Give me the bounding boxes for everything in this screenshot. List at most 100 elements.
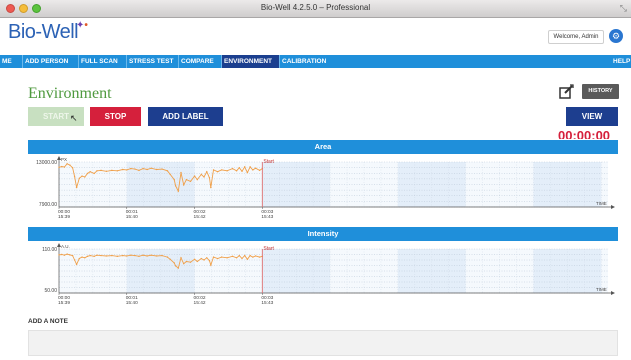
chart-data-point — [252, 256, 254, 258]
nav-item-help[interactable]: HELP — [611, 55, 631, 68]
chart-data-point — [58, 166, 60, 168]
chart-data-point — [105, 255, 108, 257]
chart-x-unit-label: TIME — [596, 287, 607, 292]
edit-note-icon[interactable] — [559, 84, 574, 99]
chart-y-tick-label: 7900.00 — [39, 202, 57, 208]
history-button[interactable]: HISTORY — [582, 84, 619, 99]
chart-data-point — [63, 166, 66, 168]
view-button[interactable]: VIEW — [566, 107, 618, 126]
nav-item-environment[interactable]: ENVIRONMENT — [222, 55, 280, 68]
chart-y-tick-label: 50.00 — [44, 288, 57, 294]
chart-data-point — [126, 169, 128, 171]
note-textarea[interactable] — [28, 330, 618, 356]
chart-data-point — [66, 253, 68, 255]
chart-data-point — [130, 254, 132, 256]
chart-data-point — [71, 167, 74, 169]
chart-data-point — [244, 254, 246, 257]
chart-data-point — [185, 260, 188, 263]
chart-data-point — [238, 167, 240, 169]
chart-data-point — [258, 256, 261, 258]
chart-data-point — [246, 258, 249, 260]
logo-sparkle-icon: ✦• — [76, 20, 88, 31]
chart-data-point — [208, 177, 211, 179]
stop-button[interactable]: STOP — [90, 107, 141, 126]
chart-data-point — [220, 169, 223, 171]
chart-data-point — [150, 254, 152, 256]
session-timer: 00:00:00 — [558, 129, 611, 139]
mouse-cursor-icon: ↖ — [70, 113, 78, 123]
chart-data-point — [206, 171, 208, 173]
chart-data-point — [169, 258, 171, 260]
gear-icon[interactable]: ⚙ — [609, 29, 623, 43]
chart-data-point — [196, 178, 198, 181]
app-header: Bio-Well ✦• Welcome, Admin ⚙ — [0, 18, 631, 55]
chart-data-point — [93, 172, 95, 175]
chart-x-tick-label: 15:42 — [194, 214, 206, 220]
chart-data-point — [169, 173, 171, 176]
chart-data-point — [220, 256, 223, 258]
app-logo: Bio-Well — [8, 21, 79, 43]
chart-data-point — [105, 170, 108, 172]
chart-data-point — [122, 168, 124, 171]
chart-data-point — [193, 175, 196, 177]
chart-data-point — [226, 170, 228, 172]
chart-data-point — [75, 263, 78, 266]
chart-data-point — [100, 169, 102, 172]
chart-data-point — [216, 171, 219, 173]
chart-data-point — [183, 184, 185, 186]
chart-data-point — [134, 254, 136, 257]
chart-data-point — [61, 253, 63, 256]
chart-data-point — [116, 255, 118, 258]
nav-item-calibration[interactable]: CALIBRATION — [280, 55, 335, 68]
page-title: Environment — [28, 85, 112, 102]
nav-item-home[interactable]: ME — [0, 55, 23, 68]
resize-icon[interactable]: ⤡ — [620, 3, 627, 14]
chart-data-point — [111, 169, 113, 172]
nav-item-stress-test[interactable]: STRESS TEST — [127, 55, 179, 68]
chart-x-tick-label: 15:40 — [126, 214, 138, 220]
chart-data-point — [177, 267, 179, 269]
chart-data-point — [173, 262, 175, 264]
chart-data-point — [161, 168, 163, 170]
chart-data-point — [238, 254, 240, 257]
chart-data-point — [73, 259, 76, 261]
area-chart-header: Area — [28, 140, 618, 154]
chart-data-point — [96, 170, 98, 172]
chart-x-tick-label: 15:40 — [126, 300, 138, 306]
chart-data-point — [100, 254, 102, 257]
chart-data-point — [193, 258, 196, 260]
chart-x-tick-label: 15:39 — [58, 300, 70, 306]
chart-data-point — [210, 264, 212, 266]
chart-x-tick-label: 15:42 — [194, 300, 206, 306]
chart-data-point — [180, 171, 182, 174]
nav-item-add-person[interactable]: ADD PERSON — [23, 55, 79, 68]
chart-data-point — [203, 176, 205, 178]
chart-data-point — [89, 254, 91, 257]
chart-y-unit-label: A.U. — [61, 244, 70, 249]
chart-data-point — [86, 172, 89, 175]
chart-data-point — [142, 254, 144, 256]
add-label-button[interactable]: ADD LABEL — [148, 107, 223, 126]
chart-data-point — [63, 254, 66, 256]
chart-data-point — [130, 167, 132, 170]
chart-data-point — [116, 170, 118, 172]
chart-data-point — [78, 257, 81, 260]
chart-data-point — [231, 167, 234, 170]
chart-data-point — [81, 175, 83, 177]
chart-data-point — [231, 255, 234, 258]
chart-data-point — [86, 255, 89, 258]
chart-data-point — [166, 170, 169, 172]
chart-data-point — [216, 257, 219, 260]
chart-data-point — [249, 166, 251, 168]
welcome-user-menu[interactable]: Welcome, Admin — [548, 30, 604, 44]
nav-item-compare[interactable]: COMPARE — [179, 55, 222, 68]
chart-start-marker-label: Start — [263, 246, 274, 252]
area-chart-svg: PXTIME13000.007900.0000:0015:3900:0115:4… — [36, 156, 615, 220]
chart-data-point — [189, 261, 192, 263]
chart-data-point — [138, 169, 140, 172]
chart-data-point — [58, 254, 60, 256]
chart-data-point — [208, 260, 211, 262]
chart-data-point — [146, 168, 148, 171]
chart-data-point — [174, 265, 177, 267]
nav-item-full-scan[interactable]: FULL SCAN — [79, 55, 127, 68]
